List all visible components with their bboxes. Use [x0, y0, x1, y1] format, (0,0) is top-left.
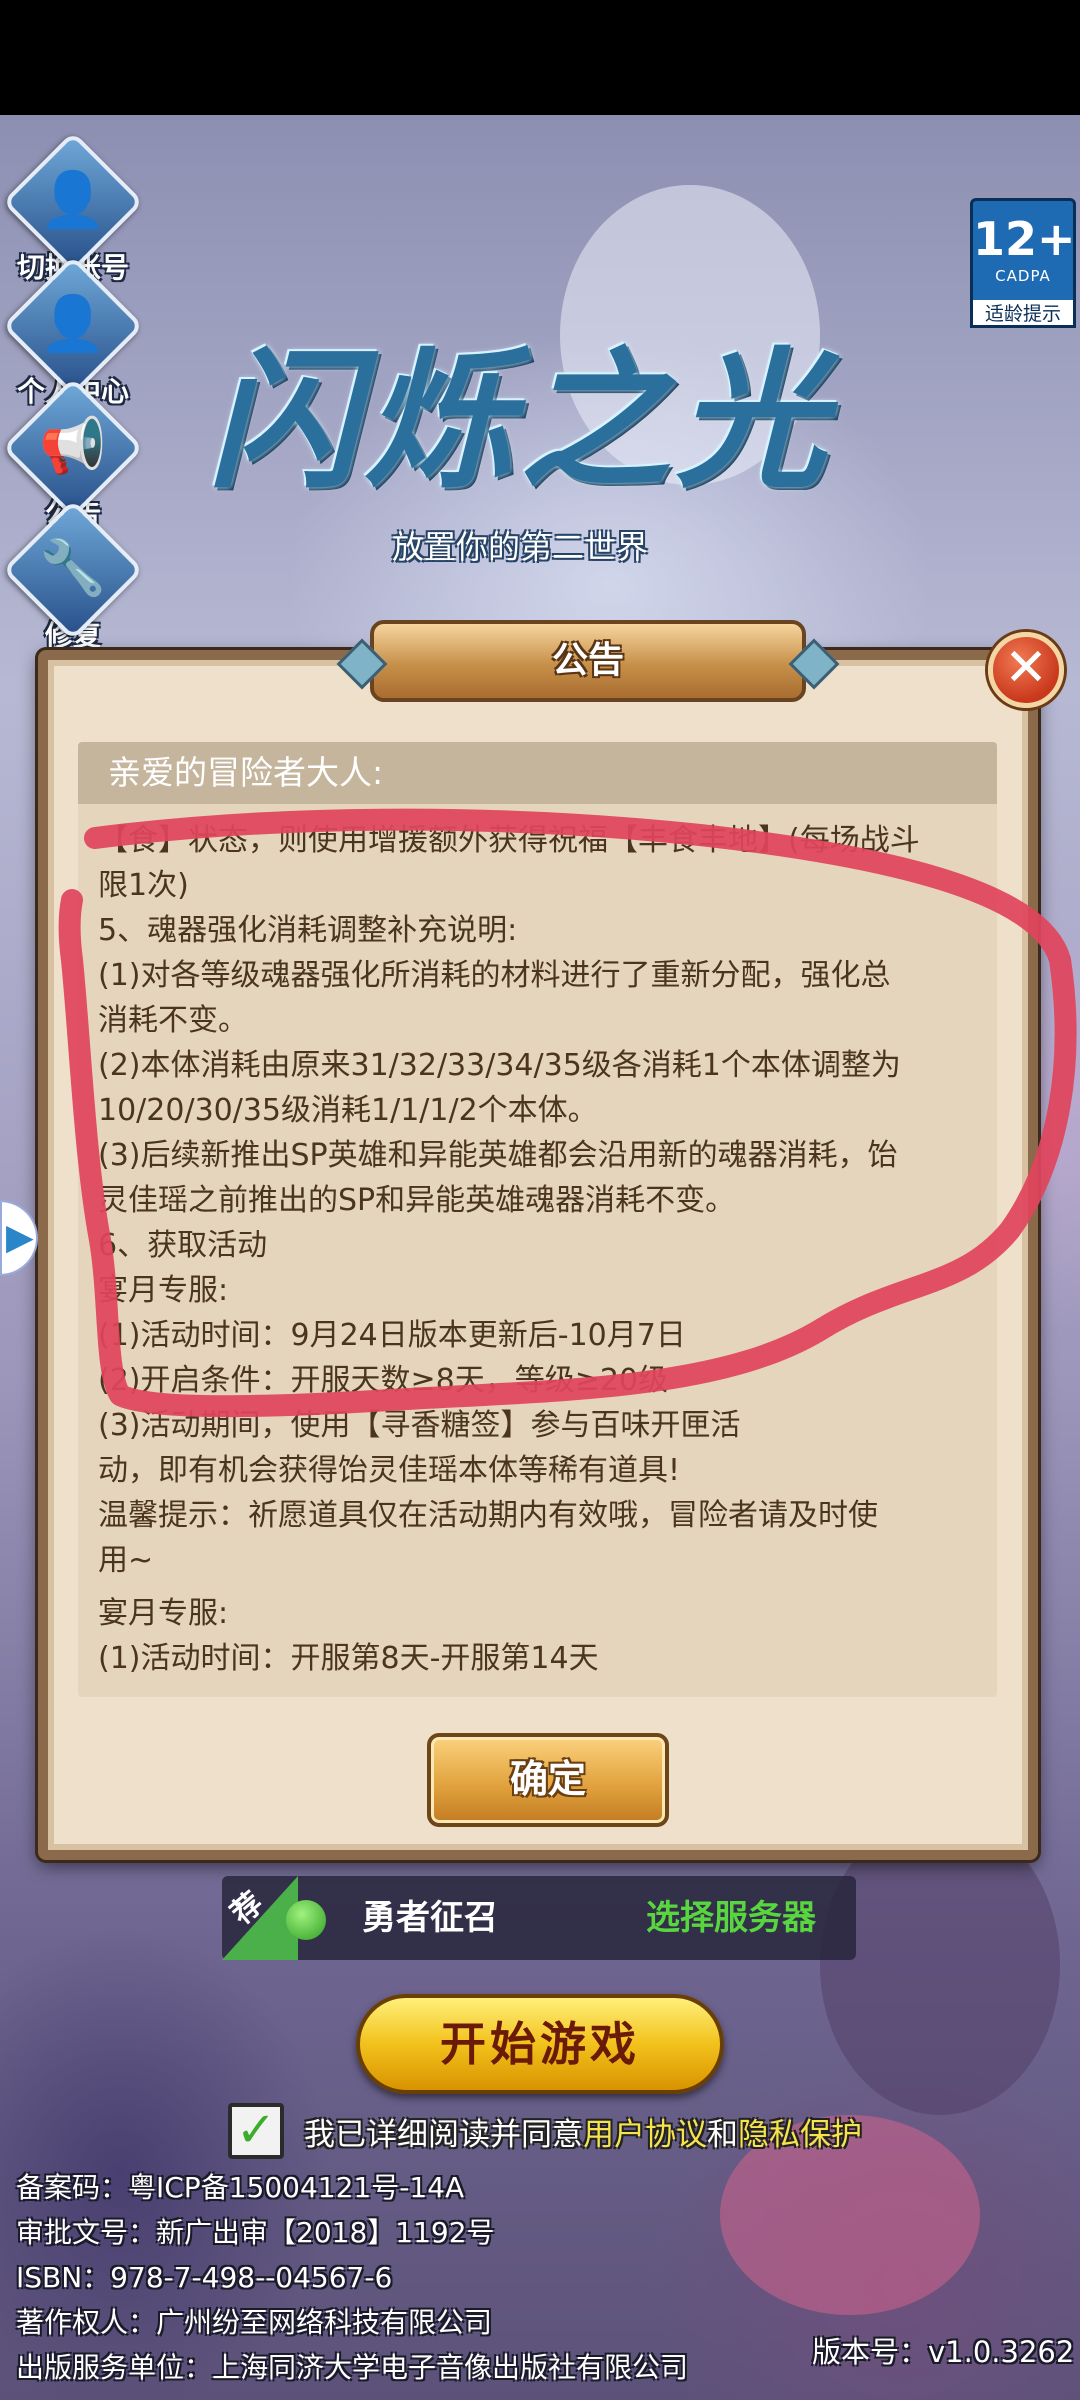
notice-line: (2)开启条件：开服天数≥8天，等级≥20级 [98, 1363, 669, 1398]
notice-line: (2)本体消耗由原来31/32/33/34/35级各消耗1个本体调整为 [98, 1048, 901, 1083]
notice-line: 【食】状态，则使用增援额外获得祝福【丰食丰地】(每场战斗 [98, 823, 920, 858]
notice-line: 宴月专服: [98, 1273, 229, 1308]
notice-line: 用~ [98, 1543, 154, 1578]
notice-line: 温馨提示：祈愿道具仅在活动期内有效哦，冒险者请及时使 [98, 1498, 878, 1533]
notice-scroll-area[interactable]: 亲爱的冒险者大人: 【食】状态，则使用增援额外获得祝福【丰食丰地】(每场战斗 限… [78, 742, 997, 1697]
play-icon: ▶ [6, 1217, 34, 1258]
dialog-title: 公告 [370, 620, 806, 702]
notice-line: 10/20/30/35级消耗1/1/1/2个本体。 [98, 1093, 598, 1128]
notice-line: 宴月专服: [98, 1596, 229, 1631]
age-rating-tip: 适龄提示 [970, 300, 1076, 328]
agreement-text: 我已详细阅读并同意用户协议和隐私保护 [304, 2109, 862, 2154]
notice-line: 5、魂器强化消耗调整补充说明: [98, 913, 518, 948]
notice-line: 6、获取活动 [98, 1228, 268, 1263]
notice-line: (1)活动时间：开服第8天-开服第14天 [98, 1641, 599, 1676]
game-title: 闪烁之光 [207, 333, 832, 509]
server-selector[interactable]: 荐 勇者征召 选择服务器 [222, 1876, 856, 1960]
notice-line: 动，即有机会获得饴灵佳瑶本体等稀有道具! [98, 1453, 681, 1488]
agreement-checkbox[interactable]: ✓ [228, 2103, 284, 2159]
approval-text: 审批文号：新广出审【2018】1192号 [16, 2216, 495, 2249]
notice-line: (1)对各等级魂器强化所消耗的材料进行了重新分配，强化总 [98, 958, 891, 993]
notice-greeting: 亲爱的冒险者大人: [78, 742, 997, 804]
select-server-link[interactable]: 选择服务器 [646, 1876, 816, 1960]
notice-text: 【食】状态，则使用增援额外获得祝福【丰食丰地】(每场战斗 限1次) 5、魂器强化… [98, 818, 983, 1681]
server-name: 勇者征召 [362, 1898, 498, 1938]
age-rating-org: CADPA [995, 267, 1051, 285]
server-status-icon [286, 1900, 326, 1940]
user-agreement-link[interactable]: 用户协议 [583, 2117, 707, 2153]
notice-line: (1)活动时间：9月24日版本更新后-10月7日 [98, 1318, 686, 1353]
isbn-text: ISBN：978-7-498--04567-6 [16, 2261, 393, 2294]
start-game-button[interactable]: 开始游戏 [356, 1994, 724, 2094]
version-text: 版本号：v1.0.3262 [812, 2335, 1075, 2369]
notice-line: 灵佳瑶之前推出的SP和异能英雄魂器消耗不变。 [98, 1183, 736, 1218]
agreement-prefix: 我已详细阅读并同意 [304, 2117, 583, 2153]
game-subtitle: 放置你的第二世界 [391, 528, 648, 566]
announcement-dialog: 公告 亲爱的冒险者大人: 【食】状态，则使用增援额外获得祝福【丰食丰地】(每场战… [38, 620, 1038, 1860]
notice-line: (3)活动期间，使用【寻香糖签】参与百味开匣活 [98, 1408, 741, 1443]
confirm-button[interactable]: 确定 [427, 1733, 669, 1827]
icp-text: 备案码：粤ICP备15004121号-14A [16, 2171, 465, 2204]
background-art [820, 1815, 1060, 2115]
privacy-link[interactable]: 隐私保护 [738, 2117, 862, 2153]
age-rating-number: 12+ [973, 212, 1076, 266]
close-icon[interactable]: ✕ [988, 632, 1064, 708]
notice-line: 限1次) [98, 868, 189, 903]
notice-line: 消耗不变。 [98, 1003, 248, 1038]
game-logo: 闪烁之光 放置你的第二世界 [190, 300, 850, 566]
notice-line: (3)后续新推出SP英雄和异能英雄都会沿用新的魂器消耗，饴 [98, 1138, 898, 1173]
agreement-and: 和 [707, 2117, 738, 2153]
age-rating-badge[interactable]: 12+ CADPA 适龄提示 [970, 198, 1076, 328]
repair-button[interactable]: 🔧 修复 [2, 499, 144, 654]
